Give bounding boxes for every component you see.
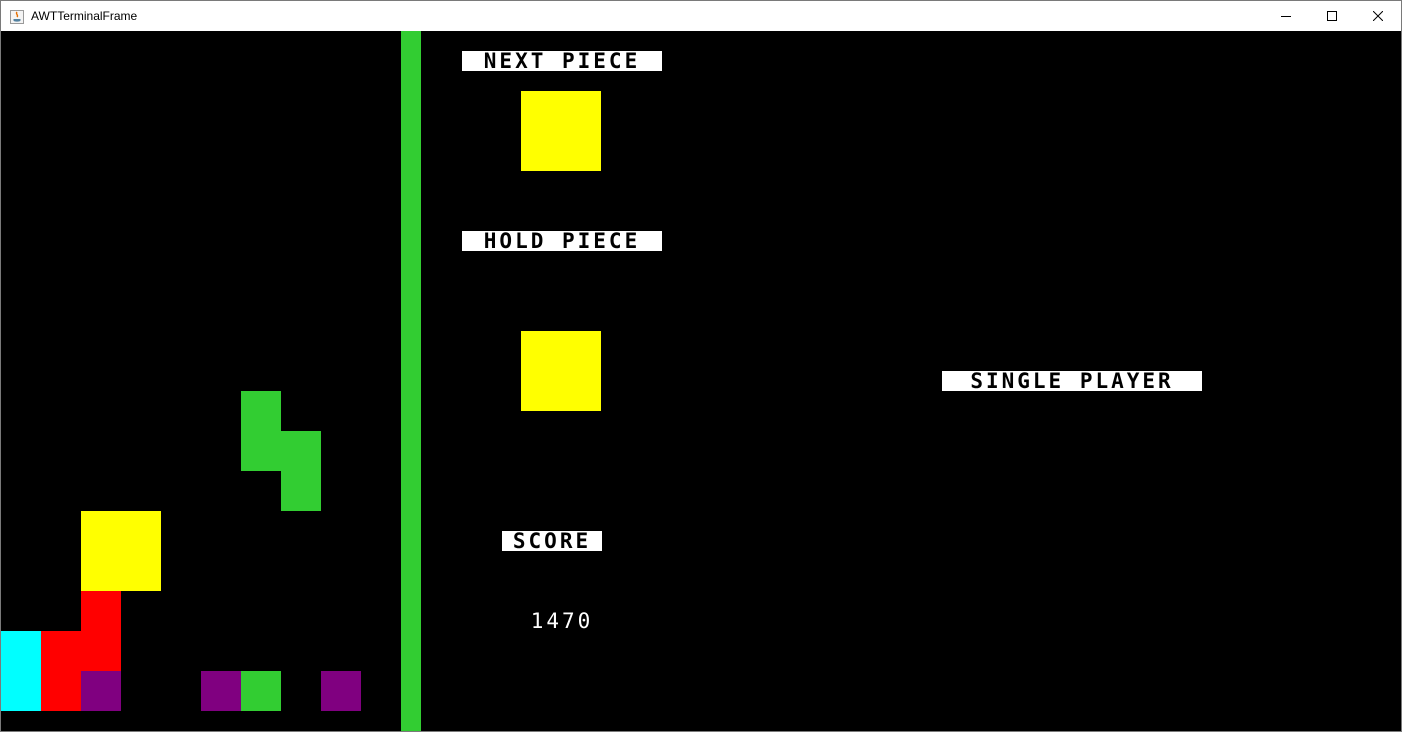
maximize-icon	[1327, 11, 1337, 21]
locked-block	[121, 551, 161, 591]
game-window: AWTTerminalFrame NEXT PIECE HOLD PIECE S…	[0, 0, 1402, 732]
locked-block	[121, 511, 161, 551]
window-title: AWTTerminalFrame	[31, 9, 138, 23]
tetris-board	[1, 31, 401, 731]
game-area[interactable]: NEXT PIECE HOLD PIECE SCORE 1470 SINGLE …	[1, 31, 1401, 731]
hold-piece-preview	[521, 331, 601, 411]
java-app-icon	[10, 9, 24, 24]
locked-block	[41, 671, 81, 711]
locked-block	[321, 671, 361, 711]
locked-block	[1, 671, 41, 711]
game-mode-label: SINGLE PLAYER	[942, 371, 1202, 391]
locked-block	[81, 591, 121, 631]
title-bar[interactable]: AWTTerminalFrame	[1, 1, 1401, 31]
falling-piece-block	[241, 391, 281, 431]
close-button[interactable]	[1355, 1, 1401, 31]
falling-piece-block	[281, 471, 321, 511]
locked-block	[201, 671, 241, 711]
minimize-button[interactable]	[1263, 1, 1309, 31]
locked-block	[81, 671, 121, 711]
locked-block	[241, 671, 281, 711]
locked-block	[81, 631, 121, 671]
locked-block	[81, 511, 121, 551]
board-divider	[401, 31, 421, 731]
next-piece-preview	[521, 91, 601, 171]
score-label: SCORE	[502, 531, 602, 551]
next-piece-label: NEXT PIECE	[462, 51, 662, 71]
maximize-button[interactable]	[1309, 1, 1355, 31]
falling-piece-block	[281, 431, 321, 471]
hold-piece-label: HOLD PIECE	[462, 231, 662, 251]
locked-block	[41, 631, 81, 671]
score-value: 1470	[530, 609, 594, 633]
close-icon	[1373, 11, 1383, 21]
locked-block	[1, 631, 41, 671]
falling-piece-block	[241, 431, 281, 471]
locked-block	[81, 551, 121, 591]
minimize-icon	[1281, 16, 1291, 17]
